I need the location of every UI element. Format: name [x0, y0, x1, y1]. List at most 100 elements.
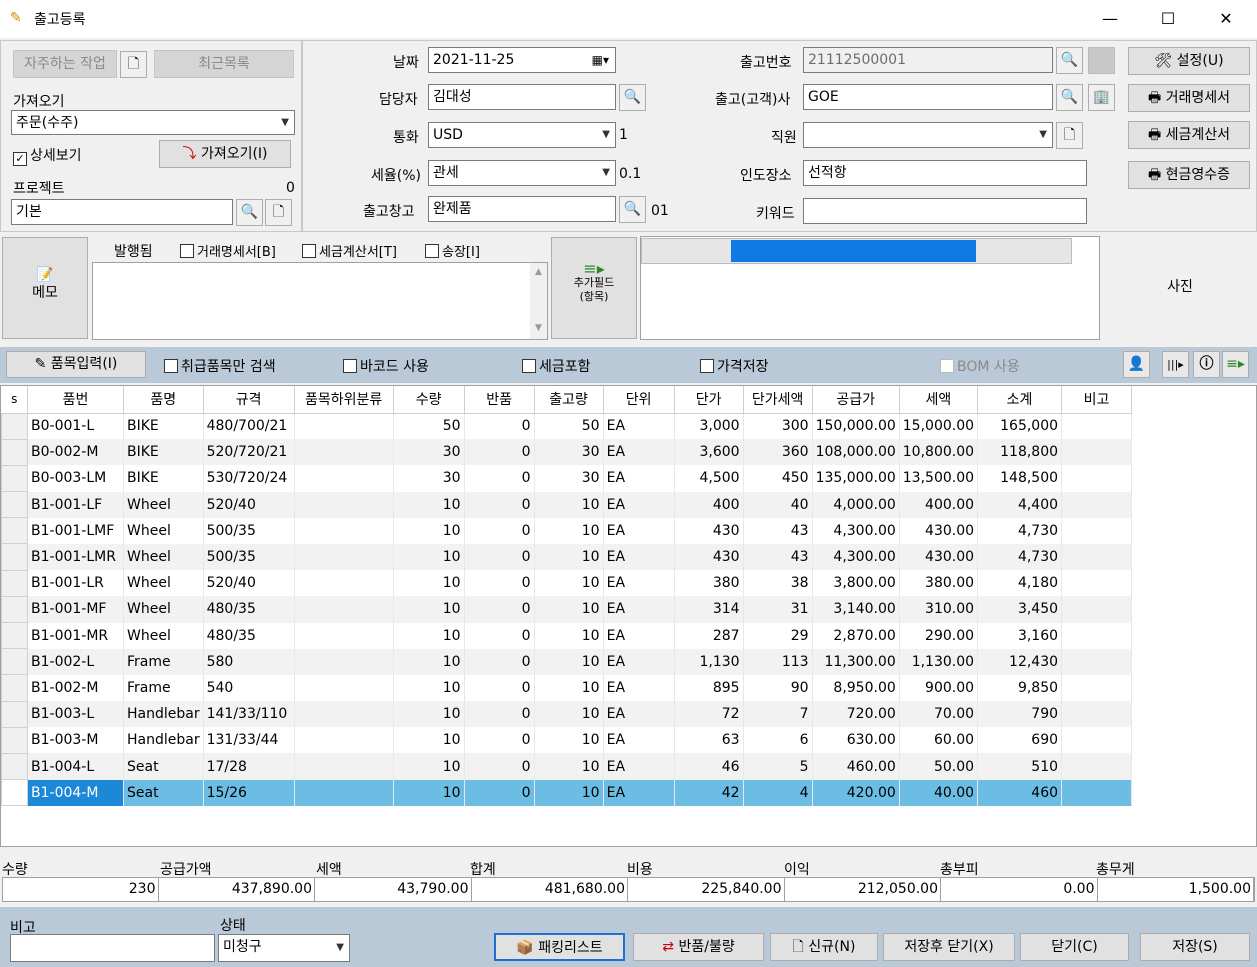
bom-checkbox[interactable]: BOM 사용	[940, 356, 1020, 376]
table-cell[interactable]: 10,800.00	[899, 439, 979, 466]
row-selector[interactable]	[1, 726, 28, 754]
item-input-button[interactable]: ✎ 품목입력(I)	[6, 351, 146, 378]
table-cell[interactable]: 70.00	[899, 701, 979, 728]
column-header[interactable]: 단가세액	[743, 386, 813, 414]
warehouse-field[interactable]: 완제품	[428, 196, 616, 222]
table-cell[interactable]: 17/28	[203, 753, 295, 780]
table-cell[interactable]: 10	[534, 517, 604, 544]
table-cell[interactable]: 150,000.00	[812, 413, 900, 440]
table-cell[interactable]: B1-002-L	[27, 648, 124, 675]
frequent-tasks-button[interactable]: 자주하는 작업	[13, 50, 117, 78]
search-icon[interactable]: 🔍	[619, 196, 646, 223]
column-header[interactable]: s	[1, 386, 28, 414]
search-icon[interactable]: 🔍	[1056, 84, 1083, 111]
table-cell[interactable]: 118,800	[977, 439, 1063, 466]
table-cell[interactable]: 3,140.00	[812, 596, 900, 623]
barcode-checkbox[interactable]: 바코드 사용	[343, 356, 429, 376]
table-cell[interactable]: EA	[603, 753, 675, 780]
table-cell[interactable]	[1061, 648, 1133, 675]
table-cell[interactable]: 50	[534, 413, 604, 440]
table-cell[interactable]: 10	[534, 622, 604, 649]
table-cell[interactable]: 3,800.00	[812, 570, 900, 597]
column-header[interactable]: 수량	[393, 386, 465, 414]
table-cell[interactable]: B1-001-LR	[27, 570, 124, 597]
table-cell[interactable]	[1061, 491, 1133, 518]
table-cell[interactable]: 520/40	[203, 570, 295, 597]
row-selector[interactable]	[1, 517, 28, 545]
table-cell[interactable]: 4,180	[977, 570, 1063, 597]
table-cell[interactable]: 113	[743, 648, 813, 675]
table-cell[interactable]: 4,730	[977, 543, 1063, 571]
staff-select[interactable]: ▼	[803, 122, 1053, 148]
table-cell[interactable]: Handlebar	[123, 727, 204, 754]
table-cell[interactable]: 3,000	[674, 413, 744, 440]
minimize-button[interactable]: —	[1090, 6, 1130, 32]
table-row[interactable]: B1-002-L Frame 580 10 0 10 EA 1,130 113 11,300.00…	[1, 648, 1133, 676]
table-cell[interactable]: EA	[603, 648, 675, 675]
table-cell[interactable]: 2,870.00	[812, 622, 900, 649]
table-cell[interactable]: 10	[393, 674, 465, 702]
table-cell[interactable]: 0	[464, 543, 535, 571]
row-selector[interactable]	[1, 491, 28, 519]
table-cell[interactable]: 50	[393, 413, 465, 440]
table-cell[interactable]: 540	[203, 674, 295, 702]
table-cell[interactable]: 30	[534, 439, 604, 466]
table-cell[interactable]: 3,600	[674, 439, 744, 466]
table-cell[interactable]	[1061, 543, 1133, 571]
table-row[interactable]: B1-003-M Handlebar 131/33/44 10 0 10 EA 63 6 630.…	[1, 726, 1133, 754]
row-selector[interactable]	[1, 752, 28, 781]
manager-field[interactable]: 김대성	[428, 84, 616, 110]
table-cell[interactable]: 10	[534, 543, 604, 571]
table-cell[interactable]: 15/26	[203, 779, 295, 806]
table-cell[interactable]: 9,850	[977, 674, 1063, 702]
save-close-button[interactable]: 저장후 닫기(X)	[883, 933, 1015, 961]
invoice-issued-checkbox[interactable]: 세금계산서[T]	[302, 241, 397, 260]
table-cell[interactable]: 790	[977, 701, 1063, 728]
price-save-checkbox[interactable]: 가격저장	[700, 356, 769, 376]
table-cell[interactable]: EA	[603, 701, 675, 728]
table-cell[interactable]: 10	[393, 517, 465, 544]
table-cell[interactable]: 0	[464, 753, 535, 780]
table-cell[interactable]: B1-001-LMF	[27, 517, 124, 544]
table-cell[interactable]	[294, 674, 394, 702]
table-cell[interactable]: 4	[743, 779, 813, 806]
table-cell[interactable]: 42	[674, 779, 744, 806]
column-header[interactable]: 규격	[203, 386, 295, 414]
table-cell[interactable]: 0	[464, 413, 535, 440]
statement-button[interactable]: 🖶 거래명세서	[1128, 84, 1250, 112]
table-cell[interactable]: B1-001-LMR	[27, 543, 124, 571]
row-selector[interactable]	[1, 621, 28, 650]
table-cell[interactable]	[294, 413, 394, 440]
table-cell[interactable]: 10	[393, 727, 465, 754]
table-cell[interactable]: 40.00	[899, 779, 979, 806]
table-cell[interactable]: 46	[674, 753, 744, 780]
recent-list-button[interactable]: 최근목록	[154, 50, 294, 78]
table-cell[interactable]: 400.00	[899, 491, 979, 518]
table-cell[interactable]	[1061, 517, 1133, 544]
table-cell[interactable]: 15,000.00	[899, 413, 979, 440]
row-selector[interactable]	[1, 779, 28, 807]
close-form-button[interactable]: 닫기(C)	[1020, 933, 1129, 961]
table-cell[interactable]: EA	[603, 596, 675, 623]
table-cell[interactable]: 1,130.00	[899, 648, 979, 675]
table-cell[interactable]: BIKE	[123, 439, 204, 466]
table-cell[interactable]: B1-003-L	[27, 701, 124, 728]
table-cell[interactable]: 10	[534, 491, 604, 518]
table-cell[interactable]	[1061, 465, 1133, 492]
table-cell[interactable]: EA	[603, 465, 675, 492]
table-cell[interactable]: 3,450	[977, 596, 1063, 623]
search-icon[interactable]: 🔍	[1056, 47, 1083, 74]
table-cell[interactable]: EA	[603, 727, 675, 754]
memo-scrollbar[interactable]: ▲ ▼	[530, 263, 547, 339]
date-field[interactable]: 2021-11-25 ▦▾	[428, 47, 616, 73]
column-header[interactable]: 단가	[674, 386, 744, 414]
table-row[interactable]: B1-001-LMF Wheel 500/35 10 0 10 EA 430 43 4,300.0…	[1, 517, 1133, 545]
table-cell[interactable]: B1-001-MR	[27, 622, 124, 649]
close-button[interactable]: ✕	[1206, 6, 1246, 32]
column-header[interactable]: 공급가	[812, 386, 900, 414]
table-cell[interactable]: 6	[743, 727, 813, 754]
table-cell[interactable]: 43	[743, 543, 813, 571]
table-cell[interactable]: 12,430	[977, 648, 1063, 675]
table-cell[interactable]: 510	[977, 753, 1063, 780]
table-cell[interactable]	[294, 465, 394, 492]
